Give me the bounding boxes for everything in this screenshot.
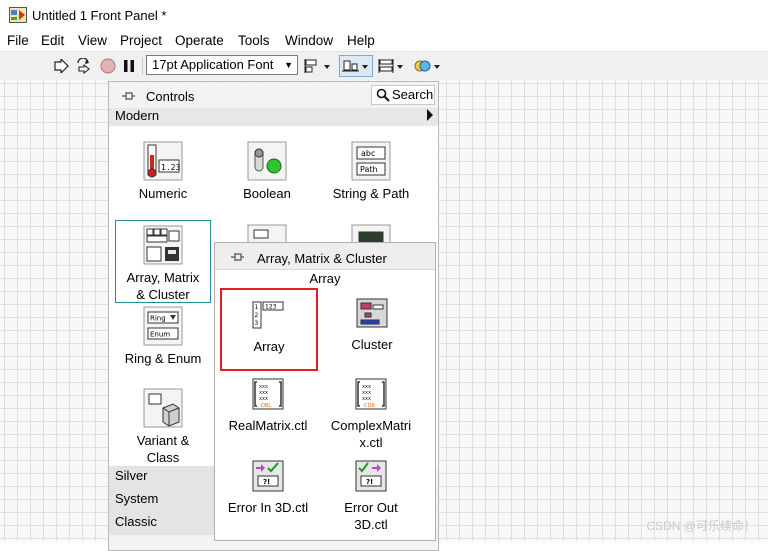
string-path-icon: abc Path [351, 141, 391, 181]
align-objects-icon[interactable] [304, 56, 334, 76]
error-in-icon: ?! [252, 460, 284, 492]
subpalette-item-label: Error In 3D.ctl [227, 500, 309, 515]
category-classic[interactable]: Classic [109, 512, 215, 535]
subpalette-item-label: RealMatrix.ctl [228, 418, 308, 433]
subpalette-item-array[interactable]: 1 2 3 123 Array [220, 288, 318, 371]
subpalette-item-label: ComplexMatri x.ctl [330, 418, 412, 450]
menu-bar: File Edit View Project Operate Tools Win… [0, 31, 768, 51]
palette-item-label: Variant & Class [136, 433, 190, 465]
subpalette-item-cluster[interactable]: Cluster [322, 296, 422, 353]
svg-text:?!: ?! [366, 478, 373, 486]
subpalette-item-label: Error Out 3D.ctl [344, 500, 398, 532]
svg-text:1.23: 1.23 [161, 163, 180, 172]
variant-class-icon [143, 388, 183, 428]
subpalette-title: Array, Matrix & Cluster [257, 251, 387, 266]
svg-text:1: 1 [255, 304, 259, 311]
subpalette-item-label: Cluster [351, 337, 393, 352]
subpalette-item-complexmatrix[interactable]: xxx xxx xxx CDB ComplexMatri x.ctl [321, 377, 421, 451]
watermark: CSDN @可乐续命！ [646, 519, 756, 533]
labview-app-icon [9, 7, 27, 23]
menu-edit[interactable]: Edit [41, 33, 64, 48]
svg-text:2: 2 [255, 312, 259, 319]
menu-help[interactable]: Help [347, 33, 375, 48]
palette-item-label: Boolean [243, 186, 291, 201]
palette-item-label: Ring & Enum [124, 351, 202, 366]
search-button-label: Search [392, 87, 434, 102]
complex-matrix-icon: xxx xxx xxx CDB [355, 378, 387, 410]
subpalette-item-label: Array [253, 339, 285, 354]
svg-text:CDB: CDB [364, 403, 375, 409]
svg-text:xxx: xxx [362, 396, 371, 402]
category-modern-label: Modern [115, 108, 160, 123]
ring-enum-icon: Ring Enum [143, 306, 183, 346]
palette-item-array-matrix-cluster[interactable]: Array, Matrix & Cluster [115, 220, 211, 303]
subpalette-item-error-out[interactable]: ?! Error Out 3D.ctl [321, 459, 421, 533]
boolean-icon [247, 141, 287, 181]
palette-item-label: Numeric [138, 186, 188, 201]
svg-text:Path: Path [360, 165, 378, 174]
svg-text:abc: abc [361, 149, 375, 158]
array-matrix-cluster-subpalette: Array, Matrix & Cluster Array 1 2 3 123 … [214, 242, 436, 541]
controls-palette-title: Controls [146, 89, 195, 104]
subpalette-header: Array, Matrix & Cluster [215, 243, 435, 270]
array-icon: 1 2 3 123 [252, 301, 284, 329]
subpalette-item-realmatrix[interactable]: xxx xxx xxx DBL RealMatrix.ctl [218, 377, 318, 434]
menu-project[interactable]: Project [120, 33, 162, 48]
cluster-icon [356, 298, 388, 328]
search-icon [376, 88, 390, 102]
pin-icon[interactable] [120, 88, 136, 104]
controls-palette-header: Controls Search [109, 82, 438, 108]
error-out-icon: ?! [355, 460, 387, 492]
menu-window[interactable]: Window [285, 33, 333, 48]
svg-text:xxx: xxx [259, 396, 268, 402]
chevron-down-icon: ▼ [284, 60, 293, 70]
category-silver[interactable]: Silver [109, 466, 215, 489]
toolbar: 17pt Application Font ▼ [0, 51, 768, 81]
array-matrix-cluster-icon [143, 225, 183, 265]
menu-file[interactable]: File [7, 33, 29, 48]
run-continuous-icon[interactable] [74, 56, 92, 76]
search-button[interactable]: Search [371, 85, 435, 105]
palette-item-ring-enum[interactable]: Ring Enum Ring & Enum [115, 306, 211, 367]
palette-item-variant-class[interactable]: Variant & Class [115, 388, 211, 466]
menu-tools[interactable]: Tools [238, 33, 270, 48]
menu-view[interactable]: View [78, 33, 107, 48]
menu-operate[interactable]: Operate [175, 33, 224, 48]
graph-icon [351, 224, 391, 244]
palette-item-label: String & Path [332, 186, 410, 201]
resize-objects-icon[interactable] [377, 56, 407, 76]
run-arrow-icon[interactable] [52, 56, 70, 76]
subpalette-item-error-in[interactable]: ?! Error In 3D.ctl [218, 459, 318, 516]
svg-text:3: 3 [255, 320, 259, 327]
category-system[interactable]: System [109, 489, 215, 512]
chevron-right-icon [427, 109, 433, 121]
toolbar-separator [142, 57, 143, 75]
abort-icon[interactable] [99, 56, 117, 76]
svg-text:?!: ?! [263, 478, 270, 486]
category-list: Silver System Classic [109, 466, 215, 535]
svg-text:DBL: DBL [261, 403, 271, 409]
font-select-value: 17pt Application Font [152, 57, 274, 72]
svg-text:Ring: Ring [150, 315, 166, 323]
real-matrix-icon: xxx xxx xxx DBL [252, 378, 284, 410]
svg-text:Enum: Enum [150, 331, 170, 339]
palette-item-numeric[interactable]: 1.23 Numeric [115, 141, 211, 202]
font-select[interactable]: 17pt Application Font ▼ [146, 55, 298, 75]
svg-text:123: 123 [265, 304, 277, 311]
distribute-objects-icon[interactable] [339, 55, 373, 77]
palette-item-label: Array, Matrix & Cluster [126, 270, 200, 302]
hovered-item-label: Array [309, 271, 341, 286]
reorder-icon[interactable] [413, 56, 443, 76]
palette-item-string-path[interactable]: abc Path String & Path [323, 141, 419, 202]
pin-icon[interactable] [229, 249, 245, 265]
title-bar: Untitled 1 Front Panel * [0, 0, 768, 31]
pause-icon[interactable] [121, 56, 137, 76]
list-table-tree-icon [247, 224, 287, 244]
category-modern[interactable]: Modern [109, 108, 438, 126]
numeric-icon: 1.23 [143, 141, 183, 181]
window-title: Untitled 1 Front Panel * [32, 8, 167, 23]
palette-item-boolean[interactable]: Boolean [219, 141, 315, 202]
